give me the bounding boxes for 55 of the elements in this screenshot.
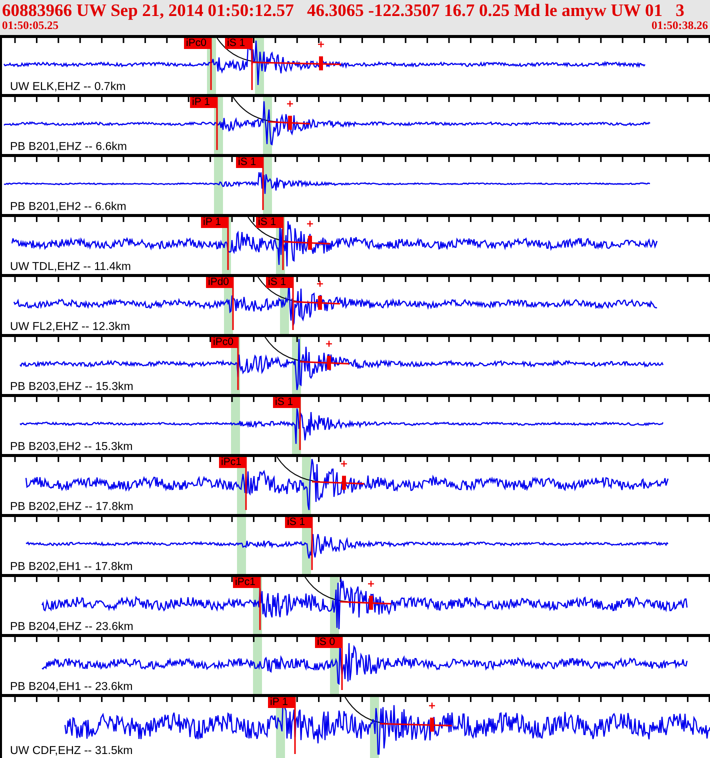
pick-line bbox=[282, 217, 284, 270]
pick-tag: iP 1 bbox=[190, 97, 217, 108]
start-time: 01:50:05.25 bbox=[2, 20, 59, 33]
pick-tag: iPc0 bbox=[184, 38, 211, 49]
pick-window bbox=[231, 397, 240, 454]
amplitude-marker bbox=[300, 340, 350, 370]
pick-tag: iS 1 bbox=[256, 217, 283, 228]
station-label: PB B202,EHZ -- 17.8km bbox=[10, 501, 134, 514]
station-label: PB B201,EHZ -- 6.6km bbox=[10, 141, 127, 154]
pick-window bbox=[237, 517, 246, 574]
pick-tag: iPd0 bbox=[206, 277, 233, 288]
amplitude-marker bbox=[340, 580, 392, 610]
station-label: UW ELK,EHZ -- 0.7km bbox=[10, 81, 126, 94]
pick-line bbox=[251, 38, 253, 90]
end-time: 01:50:38.26 bbox=[651, 20, 708, 33]
pick-tag: iS 1 bbox=[225, 38, 252, 49]
amplitude-marker bbox=[312, 460, 364, 490]
pick-window bbox=[253, 637, 262, 694]
pick-line bbox=[294, 697, 296, 754]
amplitude-marker bbox=[268, 100, 310, 130]
pick-line bbox=[232, 277, 234, 330]
pick-line bbox=[210, 38, 212, 90]
station-label: PB B202,EH1 -- 17.8km bbox=[10, 561, 133, 574]
event-summary: 60883966 UW Sep 21, 2014 01:50:12.57 46.3065 -122.3507 16.7 0.25 Md le amyw UW 01 3 bbox=[1, 0, 686, 20]
pick-line bbox=[237, 337, 239, 390]
station-label: PB B201,EH2 -- 6.6km bbox=[10, 201, 126, 214]
pick-tag: iP 1 bbox=[268, 697, 295, 708]
station-label: UW FL2,EHZ -- 12.3km bbox=[10, 321, 130, 334]
pick-tag: iPc1 bbox=[233, 577, 260, 588]
station-label: PB B203,EH2 -- 15.3km bbox=[10, 441, 133, 454]
pick-line bbox=[245, 457, 247, 510]
pick-tag: iS 1 bbox=[285, 517, 312, 528]
pick-tag: iS 1 bbox=[236, 157, 263, 168]
station-label: PB B204,EH1 -- 23.6km bbox=[10, 681, 133, 694]
pick-tag: iPc0 bbox=[211, 337, 238, 348]
station-label: UW TDL,EHZ -- 11.4km bbox=[10, 261, 131, 274]
pick-line bbox=[341, 637, 343, 690]
station-label: PB B204,EHZ -- 23.6km bbox=[10, 621, 134, 634]
pick-line bbox=[292, 277, 294, 330]
station-label: UW CDF,EHZ -- 31.5km bbox=[10, 745, 133, 758]
pick-line bbox=[216, 97, 218, 150]
pick-line bbox=[227, 217, 229, 270]
pick-tag: iS 1 bbox=[273, 397, 300, 408]
pick-line bbox=[311, 517, 313, 570]
pick-window bbox=[214, 157, 223, 214]
pick-tag: iS 1 bbox=[266, 277, 293, 288]
station-label: PB B203,EHZ -- 15.3km bbox=[10, 381, 134, 394]
pick-tag: iP 1 bbox=[201, 217, 228, 228]
pick-line bbox=[299, 397, 301, 450]
amplitude-marker bbox=[292, 280, 340, 310]
amplitude-marker bbox=[282, 220, 330, 250]
pick-tag: iPc1 bbox=[219, 457, 246, 468]
pick-line bbox=[262, 157, 264, 210]
pick-tag: iS 0 bbox=[315, 637, 342, 648]
pick-line bbox=[259, 577, 261, 630]
